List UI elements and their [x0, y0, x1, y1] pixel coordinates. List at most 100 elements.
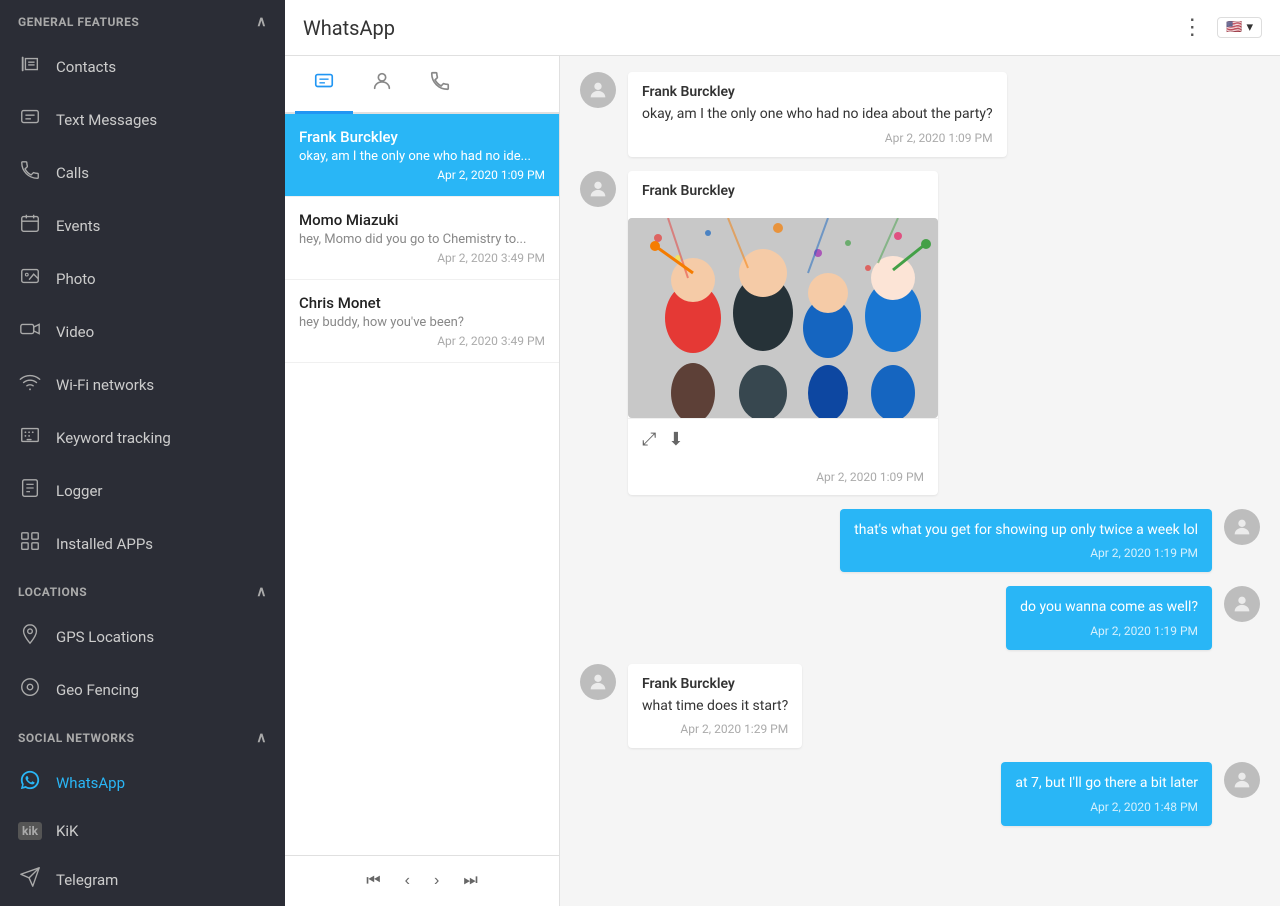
chat-tabs — [285, 56, 559, 114]
calls-icon — [18, 159, 42, 186]
chat-list-panel: Frank Burckley okay, am I the only one w… — [285, 56, 560, 906]
chat-time: Apr 2, 2020 1:09 PM — [299, 168, 545, 182]
wifi-label: Wi-Fi networks — [56, 376, 154, 394]
message-time: Apr 2, 2020 1:19 PM — [1020, 624, 1198, 638]
expand-image-button[interactable]: ⤢ — [642, 429, 656, 450]
chat-time: Apr 2, 2020 3:49 PM — [299, 251, 545, 265]
text-messages-label: Text Messages — [56, 111, 157, 129]
sidebar-item-wifi[interactable]: Wi-Fi networks — [0, 358, 285, 411]
avatar — [580, 72, 616, 108]
message-row-sent: do you wanna come as well? Apr 2, 2020 1… — [580, 586, 1260, 650]
events-label: Events — [56, 217, 100, 235]
sidebar-item-events[interactable]: Events — [0, 199, 285, 252]
geo-fencing-icon — [18, 676, 42, 703]
first-page-button[interactable]: ⏮ — [360, 868, 386, 894]
installed-apps-icon — [18, 530, 42, 557]
sidebar-item-keyword[interactable]: Keyword tracking — [0, 411, 285, 464]
message-row: Frank Burckley — [580, 171, 1260, 495]
sidebar-item-telegram[interactable]: Telegram — [0, 853, 285, 906]
gps-label: GPS Locations — [56, 628, 154, 646]
tab-messages[interactable] — [295, 56, 353, 114]
contacts-label: Contacts — [56, 58, 116, 76]
message-text: what time does it start? — [642, 697, 788, 717]
language-selector[interactable]: 🇺🇸 ▾ — [1217, 17, 1262, 38]
message-bubble-sent: that's what you get for showing up only … — [840, 509, 1212, 573]
sidebar-item-contacts[interactable]: Contacts — [0, 40, 285, 93]
chat-list-item[interactable]: Chris Monet hey buddy, how you've been? … — [285, 280, 559, 363]
message-text: okay, am I the only one who had no idea … — [642, 105, 993, 125]
sidebar-item-geo[interactable]: Geo Fencing — [0, 663, 285, 716]
telegram-icon — [18, 866, 42, 893]
video-icon — [18, 318, 42, 345]
message-time: Apr 2, 2020 1:48 PM — [1015, 800, 1198, 814]
avatar — [1224, 509, 1260, 545]
sidebar-item-kik[interactable]: kik KiK — [0, 809, 285, 853]
telegram-label: Telegram — [56, 871, 118, 889]
message-text: at 7, but I'll go there a bit later — [1015, 774, 1198, 794]
message-sender: Frank Burckley — [642, 84, 993, 100]
sidebar-item-logger[interactable]: Logger — [0, 464, 285, 517]
download-image-button[interactable]: ⬇ — [668, 429, 683, 450]
flag-icon: 🇺🇸 — [1226, 20, 1242, 35]
wifi-icon — [18, 371, 42, 398]
message-time: Apr 2, 2020 1:29 PM — [642, 722, 788, 736]
general-chevron-icon: ∧ — [256, 14, 267, 30]
message-text: do you wanna come as well? — [1020, 598, 1198, 618]
sidebar-item-text-messages[interactable]: Text Messages — [0, 93, 285, 146]
keyword-icon — [18, 424, 42, 451]
chevron-down-icon: ▾ — [1246, 20, 1253, 35]
sidebar-item-gps[interactable]: GPS Locations — [0, 610, 285, 663]
avatar — [1224, 762, 1260, 798]
last-page-button[interactable]: ⏭ — [457, 868, 483, 894]
avatar — [580, 664, 616, 700]
calls-label: Calls — [56, 164, 89, 182]
photo-label: Photo — [56, 270, 96, 288]
gps-icon — [18, 623, 42, 650]
message-time: Apr 2, 2020 1:19 PM — [854, 546, 1198, 560]
sidebar-item-calls[interactable]: Calls — [0, 146, 285, 199]
message-bubble-image: Frank Burckley — [628, 171, 938, 495]
more-options-icon[interactable]: ⋮ — [1181, 15, 1203, 40]
events-icon — [18, 212, 42, 239]
video-label: Video — [56, 323, 94, 341]
tab-calls[interactable] — [411, 56, 469, 114]
page-title: WhatsApp — [303, 16, 395, 40]
sidebar-item-photo[interactable]: Photo — [0, 252, 285, 305]
chat-list-item[interactable]: Frank Burckley okay, am I the only one w… — [285, 114, 559, 197]
whatsapp-icon — [18, 769, 42, 796]
social-chevron-icon: ∧ — [256, 730, 267, 746]
kik-label: KiK — [56, 822, 78, 840]
kik-icon: kik — [18, 822, 42, 840]
chat-time: Apr 2, 2020 3:49 PM — [299, 334, 545, 348]
photo-icon — [18, 265, 42, 292]
sidebar: GENERAL FEATURES ∧ Contacts Text Message… — [0, 0, 285, 906]
next-page-button[interactable]: › — [428, 868, 445, 894]
sidebar-item-video[interactable]: Video — [0, 305, 285, 358]
message-row: Frank Burckley what time does it start? … — [580, 664, 1260, 749]
top-header: WhatsApp ⋮ 🇺🇸 ▾ — [285, 0, 1280, 56]
avatar — [580, 171, 616, 207]
general-features-section: GENERAL FEATURES ∧ — [0, 0, 285, 40]
sidebar-item-whatsapp[interactable]: WhatsApp — [0, 756, 285, 809]
prev-page-button[interactable]: ‹ — [399, 868, 416, 894]
social-networks-section: SOCIAL NETWORKS ∧ — [0, 716, 285, 756]
tab-contacts[interactable] — [353, 56, 411, 114]
message-text: that's what you get for showing up only … — [854, 521, 1198, 541]
chat-name: Momo Miazuki — [299, 211, 545, 229]
message-bubble-sent: at 7, but I'll go there a bit later Apr … — [1001, 762, 1212, 826]
message-bubble: Frank Burckley okay, am I the only one w… — [628, 72, 1007, 157]
sidebar-item-installed-apps[interactable]: Installed APPs — [0, 517, 285, 570]
message-row-sent: that's what you get for showing up only … — [580, 509, 1260, 573]
chat-list-item[interactable]: Momo Miazuki hey, Momo did you go to Che… — [285, 197, 559, 280]
chat-preview: hey buddy, how you've been? — [299, 315, 545, 330]
message-panel: Frank Burckley okay, am I the only one w… — [560, 56, 1280, 906]
avatar — [1224, 586, 1260, 622]
message-time: Apr 2, 2020 1:09 PM — [642, 131, 993, 145]
chat-name: Frank Burckley — [299, 128, 545, 146]
message-time: Apr 2, 2020 1:09 PM — [816, 470, 924, 484]
header-actions: ⋮ 🇺🇸 ▾ — [1181, 15, 1262, 40]
chat-name: Chris Monet — [299, 294, 545, 312]
main-content: WhatsApp ⋮ 🇺🇸 ▾ — [285, 0, 1280, 906]
contacts-icon — [18, 53, 42, 80]
message-row-sent: at 7, but I'll go there a bit later Apr … — [580, 762, 1260, 826]
